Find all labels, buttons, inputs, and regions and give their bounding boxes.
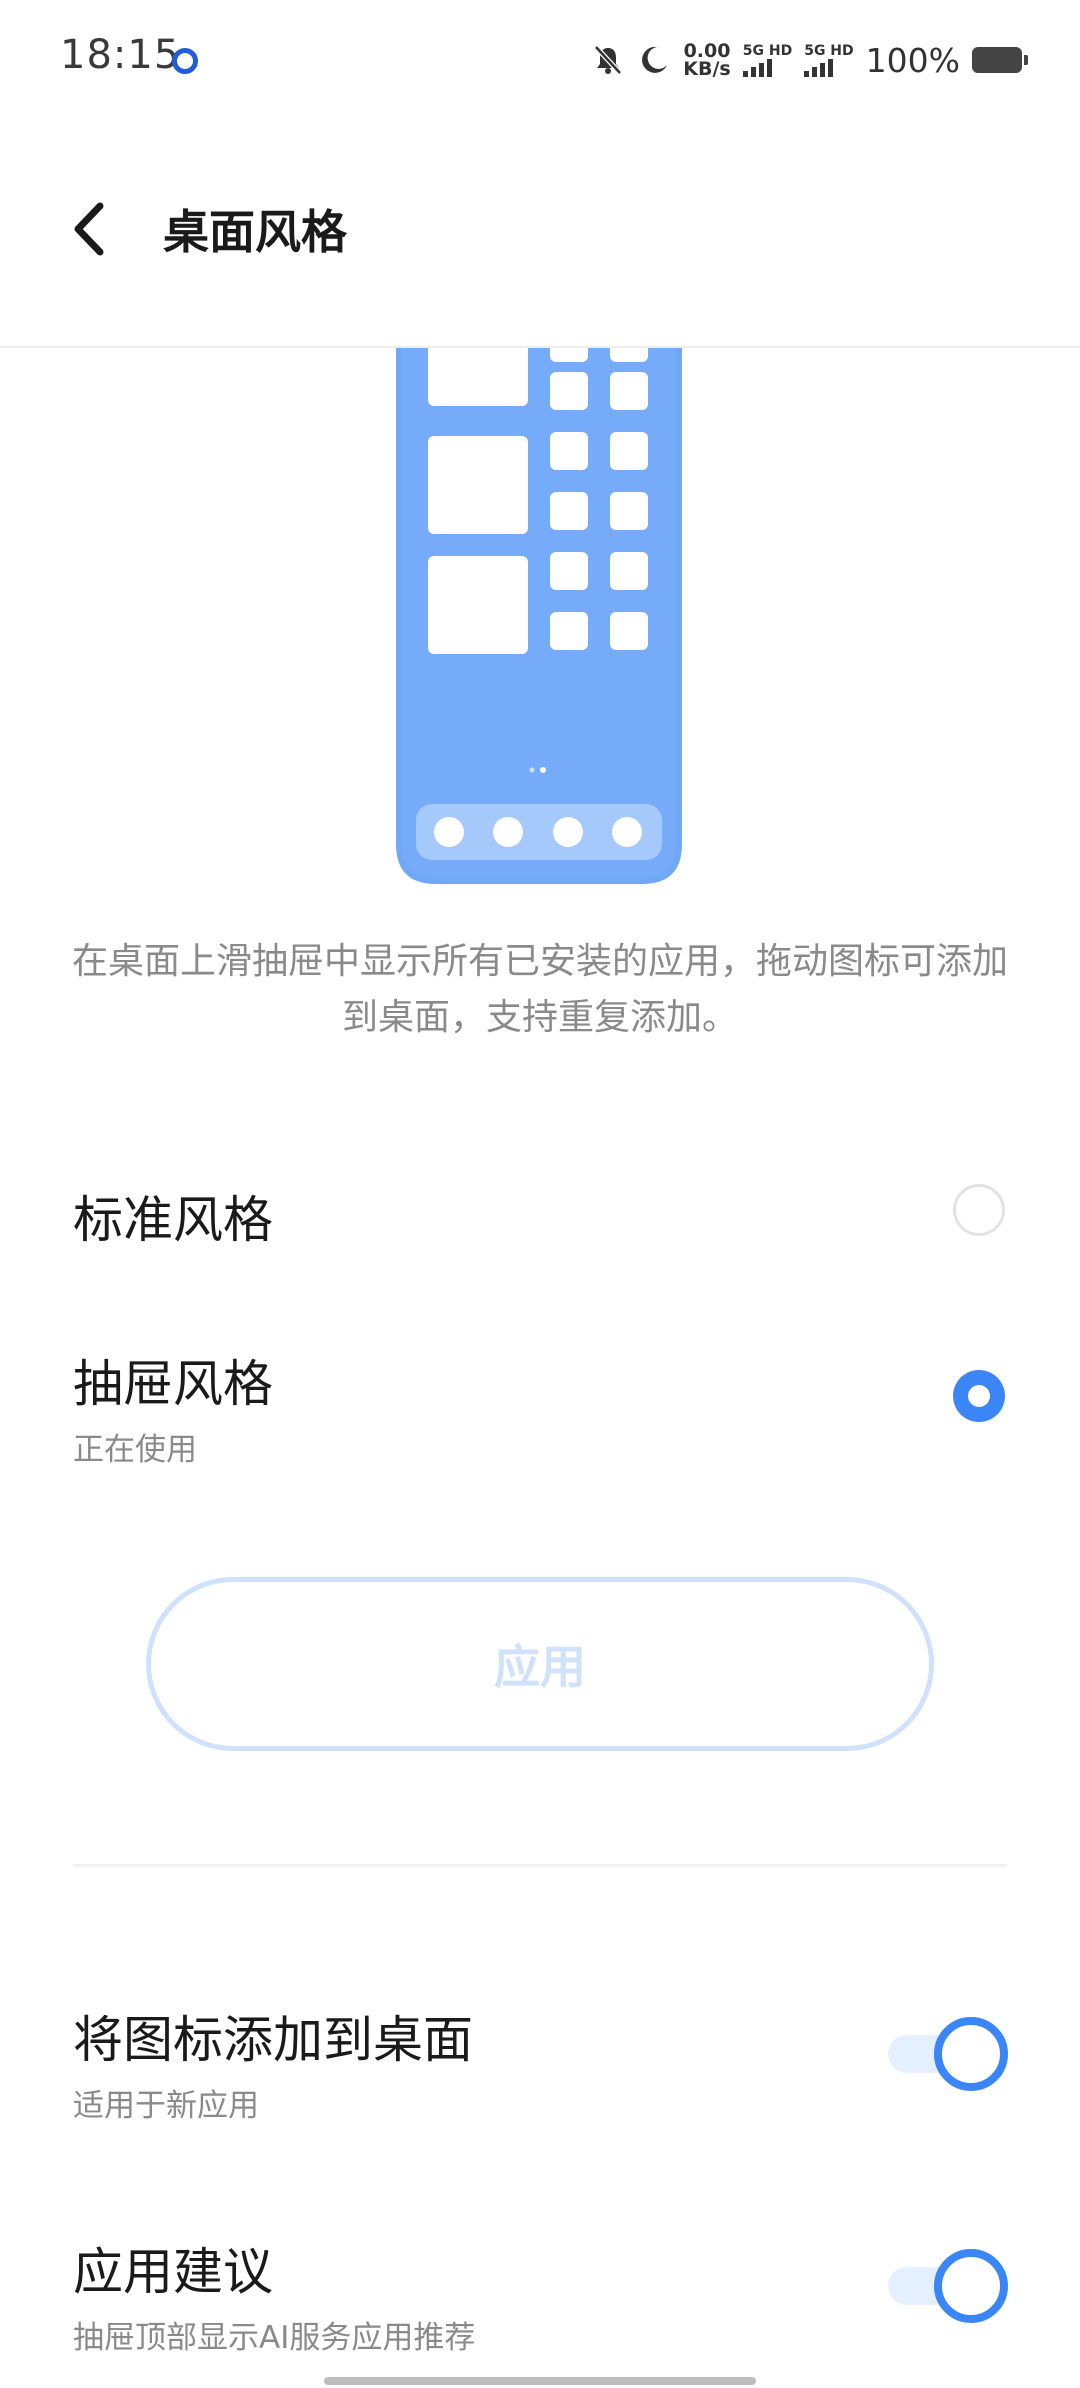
section-divider: [73, 1864, 1007, 1867]
status-time: 18:15: [60, 32, 181, 78]
toggle-knob: [934, 2017, 1008, 2091]
drawer-style-radio[interactable]: [953, 1370, 1005, 1422]
apply-button[interactable]: 应用: [146, 1577, 934, 1751]
option-status: 正在使用: [73, 1432, 197, 1468]
app-suggestions-toggle[interactable]: [888, 2249, 1008, 2323]
option-title: 抽屉风格: [73, 1355, 273, 1413]
sim1-signal: 5G HD: [742, 43, 793, 77]
moon-icon: [642, 46, 668, 73]
add-icon-toggle[interactable]: [888, 2017, 1008, 2091]
drawer-style-preview: [396, 346, 682, 884]
sim2-label: 5G HD: [804, 43, 854, 59]
toggle-knob: [934, 2249, 1008, 2323]
battery-percent: 100%: [865, 40, 960, 80]
setting-add-icon-to-home[interactable]: 将图标添加到桌面 适用于新应用: [73, 2000, 1013, 2125]
setting-subtitle: 适用于新应用: [73, 2088, 259, 2124]
setting-title: 将图标添加到桌面: [73, 2011, 473, 2069]
battery-icon: [972, 47, 1028, 73]
app-header: 桌面风格: [0, 118, 1080, 348]
screen: 18:15 0.00 KB/s 5G HD 5G HD 100% 桌面风格 在桌…: [0, 0, 1080, 2388]
back-arrow-icon[interactable]: [64, 194, 120, 264]
bell-off-icon: [594, 45, 623, 75]
page-title: 桌面风格: [163, 205, 347, 259]
option-standard-style[interactable]: 标准风格: [73, 1180, 1013, 1264]
status-bar: 18:15 0.00 KB/s 5G HD 5G HD 100%: [0, 0, 1080, 118]
home-indicator[interactable]: [324, 2377, 756, 2385]
status-icons: 0.00 KB/s 5G HD 5G HD 100%: [591, 38, 1028, 82]
network-speed: 0.00 KB/s: [683, 42, 731, 80]
net-speed-unit: KB/s: [683, 58, 731, 80]
standard-style-radio[interactable]: [953, 1184, 1005, 1236]
notification-dot-icon: [172, 48, 198, 74]
signal-icon: [742, 59, 772, 77]
sim1-label: 5G HD: [742, 43, 793, 59]
sim2-signal: 5G HD: [804, 43, 854, 77]
setting-title: 应用建议: [73, 2243, 273, 2301]
signal-icon: [804, 59, 834, 77]
setting-app-suggestions[interactable]: 应用建议 抽屉顶部显示AI服务应用推荐: [73, 2232, 1013, 2357]
option-drawer-style[interactable]: 抽屉风格 正在使用: [73, 1344, 1013, 1469]
style-description: 在桌面上滑抽屉中显示所有已安装的应用，拖动图标可添加到桌面，支持重复添加。: [71, 941, 1008, 1038]
setting-subtitle: 抽屉顶部显示AI服务应用推荐: [73, 2320, 476, 2356]
option-title: 标准风格: [73, 1191, 273, 1249]
